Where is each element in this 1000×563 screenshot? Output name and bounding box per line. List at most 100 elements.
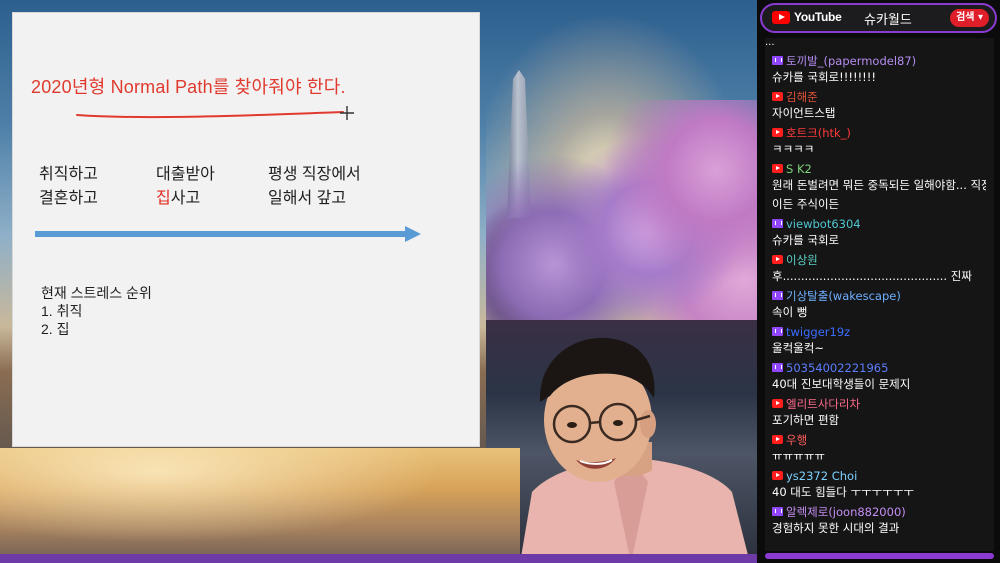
twitch-badge-icon xyxy=(772,291,783,300)
chat-message-text: 울컥울컥~ xyxy=(772,341,824,355)
chat-username-row: 김해준 xyxy=(772,88,986,105)
chat-message-text: 슈카를 국회로!!!!!!!! xyxy=(772,70,877,84)
chat-message: 호트크(htk_) ㅋㅋㅋㅋ xyxy=(772,124,986,158)
chat-message-text: 포기하면 편함 xyxy=(772,413,840,427)
house-highlight: 집 xyxy=(156,190,171,207)
search-button-label: 검색 xyxy=(956,12,975,23)
chat-message-text: 슈카를 국회로 xyxy=(772,233,840,247)
chat-username-row: ys2372 Choi xyxy=(772,467,986,484)
chat-message: twigger19z 울컥울컥~ xyxy=(772,323,986,357)
chat-username[interactable]: 기상탈출(wakescape) xyxy=(786,288,901,304)
step-house-line1: 대출받아 xyxy=(156,166,215,183)
step-house: 대출받아 집사고 xyxy=(156,163,215,211)
twitch-badge-icon xyxy=(772,219,783,228)
slide-title: 2020년형 Normal Path를 찾아줘야 한다. xyxy=(31,77,346,97)
step-employment: 취직하고 결혼하고 xyxy=(39,163,98,211)
chat-message: 이든 주식이든 xyxy=(772,196,986,213)
chat-message-text: 후.......................................… xyxy=(772,269,972,283)
chat-username[interactable]: 엘리트사다리차 xyxy=(786,396,860,412)
chat-username-row: viewbot6304 xyxy=(772,215,986,232)
twitch-badge-icon xyxy=(772,507,783,516)
youtube-badge-icon xyxy=(772,435,783,444)
chat-messages[interactable]: ... 토끼발_(papermodel87) 슈카를 국회로!!!!!!!! 김해준… xyxy=(765,38,994,551)
chat-message: S K2 원래 돈벌려면 뭐든 중독되든 일해야함... 직장 xyxy=(772,160,986,194)
chat-message-text: 속이 뻥 xyxy=(772,305,808,319)
youtube-badge-icon xyxy=(772,399,783,408)
twitch-badge-icon xyxy=(772,363,783,372)
chat-message-text: ㅠㅠㅠㅠㅠ xyxy=(772,449,825,463)
chat-username[interactable]: 김해준 xyxy=(786,89,818,105)
step-repay-line2: 일해서 갚고 xyxy=(268,190,347,207)
twitch-badge-icon xyxy=(772,327,783,336)
chat-username-row: S K2 xyxy=(772,160,986,177)
chat-message-text: 이든 주식이든 xyxy=(772,197,840,211)
crosshair-cursor-icon xyxy=(340,106,354,120)
chat-message: 이상원 후....................................… xyxy=(772,251,986,285)
stress-item-2: 2. 집 xyxy=(41,321,70,337)
chat-username[interactable]: viewbot6304 xyxy=(786,217,861,231)
step-employment-line1: 취직하고 xyxy=(39,166,98,183)
youtube-logo-icon xyxy=(772,11,790,24)
chat-message: 알렉제로(joon882000) 경험하지 못한 시대의 결과 xyxy=(772,503,986,537)
youtube-badge-icon xyxy=(772,164,783,173)
stream-bottom-bar xyxy=(0,554,757,563)
chat-username-row: 알렉제로(joon882000) xyxy=(772,503,986,520)
chat-message-text: 40 대도 힘들다 ㅜㅜㅜㅜㅜㅜ xyxy=(772,485,914,499)
youtube-wordmark: YouTube xyxy=(794,10,842,24)
search-button[interactable]: 검색 ▾ xyxy=(950,9,989,27)
chat-username-row: twigger19z xyxy=(772,323,986,340)
youtube-badge-icon xyxy=(772,128,783,137)
chat-message-text: 자이언트스탭 xyxy=(772,106,836,120)
live-chat-panel: YouTube 슈카월드 검색 ▾ ... 토끼발_(papermodel87)… xyxy=(757,0,1000,563)
stress-ranking-title: 현재 스트레스 순위 xyxy=(41,285,152,301)
chat-username-row: 우행 xyxy=(772,431,986,448)
chat-footer-bar xyxy=(765,553,994,559)
chat-username-row: 토끼발_(papermodel87) xyxy=(772,52,986,69)
channel-name: 슈카월드 xyxy=(864,13,912,28)
chat-message: ys2372 Choi 40 대도 힘들다 ㅜㅜㅜㅜㅜㅜ xyxy=(772,467,986,501)
youtube-badge-icon xyxy=(772,471,783,480)
chat-message: 엘리트사다리차 포기하면 편함 xyxy=(772,395,986,429)
sunset-clouds xyxy=(0,448,520,563)
chat-list: 토끼발_(papermodel87) 슈카를 국회로!!!!!!!! 김해준 자이언트… xyxy=(765,48,994,537)
chat-message: 우행 ㅠㅠㅠㅠㅠ xyxy=(772,431,986,465)
step-house-line2: 집사고 xyxy=(156,187,215,211)
chat-username-row: 50354002221965 xyxy=(772,359,986,376)
chat-username-row: 이상원 xyxy=(772,251,986,268)
youtube-badge-icon xyxy=(772,255,783,264)
cherry-blossom-trees xyxy=(486,100,757,335)
chat-username-row: 기상탈출(wakescape) xyxy=(772,287,986,304)
chat-header: YouTube 슈카월드 검색 ▾ xyxy=(760,3,997,33)
chat-message: 토끼발_(papermodel87) 슈카를 국회로!!!!!!!! xyxy=(772,52,986,86)
presenter-webcam xyxy=(520,337,750,563)
chat-username[interactable]: 호트크(htk_) xyxy=(786,125,851,141)
chat-username[interactable]: S K2 xyxy=(786,162,812,176)
chat-username-row: 엘리트사다리차 xyxy=(772,395,986,412)
title-underline xyxy=(76,111,344,119)
chat-username[interactable]: 토끼발_(papermodel87) xyxy=(786,53,916,69)
chat-username[interactable]: 알렉제로(joon882000) xyxy=(786,504,906,520)
chat-message-text: ㅋㅋㅋㅋ xyxy=(772,142,815,156)
chat-message: 50354002221965 40대 진보대학생들이 문제지 xyxy=(772,359,986,393)
step-employment-line2: 결혼하고 xyxy=(39,190,98,207)
stress-item-1: 1. 취직 xyxy=(41,303,83,319)
chat-cut-line: ... xyxy=(765,38,775,48)
chat-message: 기상탈출(wakescape) 속이 뻥 xyxy=(772,287,986,321)
chat-message-text: 원래 돈벌려면 뭐든 중독되든 일해야함... 직장 xyxy=(772,178,986,192)
chat-message-text: 경험하지 못한 시대의 결과 xyxy=(772,521,900,535)
chat-message: viewbot6304 슈카를 국회로 xyxy=(772,215,986,249)
chat-username[interactable]: twigger19z xyxy=(786,325,850,339)
presentation-slide: 2020년형 Normal Path를 찾아줘야 한다. 취직하고 결혼하고 대… xyxy=(12,12,480,447)
chat-message: 김해준 자이언트스탭 xyxy=(772,88,986,122)
step-repay-line1: 평생 직장에서 xyxy=(268,166,361,183)
twitch-badge-icon xyxy=(772,56,783,65)
chat-username-row: 호트크(htk_) xyxy=(772,124,986,141)
chat-username[interactable]: 우행 xyxy=(786,432,807,448)
youtube-badge-icon xyxy=(772,92,783,101)
chat-username[interactable]: 이상원 xyxy=(786,252,818,268)
timeline-arrow-icon xyxy=(35,226,421,242)
chat-username[interactable]: ys2372 Choi xyxy=(786,469,857,483)
step-repay: 평생 직장에서 일해서 갚고 xyxy=(268,163,361,211)
chat-message-text: 40대 진보대학생들이 문제지 xyxy=(772,377,911,391)
chat-username[interactable]: 50354002221965 xyxy=(786,361,888,375)
